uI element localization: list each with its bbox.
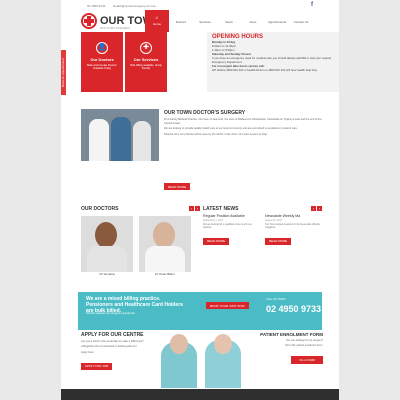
doctor-name[interactable]: Dr Sunaina	[81, 272, 133, 276]
our-doctors: OUR DOCTORS ‹ › Dr Sunaina Dr Peter Bilto…	[81, 206, 201, 276]
prev-arrow-icon[interactable]: ‹	[311, 206, 316, 211]
enrolment-heading: PATIENT ENROLMENT FORM	[260, 332, 323, 337]
banner-sub: All other patients are charged a private…	[86, 312, 136, 315]
nav-item-fees[interactable]: Fees	[241, 10, 265, 32]
nav-item-contact[interactable]: Contact Us	[289, 10, 313, 32]
news-heading: LATEST NEWS	[203, 206, 239, 212]
latest-news: LATEST NEWS ‹ › Regular Position Availabl…	[203, 206, 323, 245]
next-arrow-icon[interactable]: ›	[195, 206, 200, 211]
read-more-button[interactable]: READ MORE	[164, 183, 191, 190]
apply-section: APPLY FOR OUR CENTRE Are you a Doctor wh…	[81, 332, 151, 372]
logo-tagline: DOCTORS SURGERY	[100, 26, 131, 30]
read-more-button[interactable]: READ MORE	[265, 237, 292, 245]
call-label: CALL US TODAY	[266, 298, 287, 301]
our-services-card[interactable]: ✚ Our Services Bulk billing available, f…	[125, 32, 167, 92]
nav-item-services[interactable]: Services	[193, 10, 217, 32]
billing-banner: We are a mixed billing practice. Pension…	[78, 292, 322, 330]
doctors-carousel-arrows: ‹ ›	[189, 206, 200, 211]
hours-note: If you have an emergency need for medica…	[212, 56, 332, 64]
banner-phone[interactable]: 02 4950 9733	[266, 304, 321, 314]
enrolment-text: Fill in the patient enrolment form.	[285, 344, 323, 348]
our-doctors-card[interactable]: 👤 Our Doctors Male and Female Doctors Av…	[81, 32, 123, 92]
nav-item-news[interactable]: News	[217, 10, 241, 32]
surgery-text: Dr A Family Medical Practice. Our town o…	[164, 118, 322, 125]
apply-text: Are you a Doctor who would like to make …	[81, 340, 144, 343]
news-title[interactable]: Regular Position Available	[203, 214, 259, 218]
next-arrow-icon[interactable]: ›	[317, 206, 322, 211]
apply-text: Apply here.	[81, 350, 95, 354]
hours-note: GP Hotline 1800 022 222 or Health Direct…	[212, 68, 318, 72]
book-visit-button[interactable]: BOOK YOUR VISIT NOW	[206, 302, 249, 309]
news-text: We are looking for a qualified nurse to …	[203, 223, 252, 230]
home-icon: ⌂	[155, 15, 159, 21]
news-item: Newcastle Weekly Ma August 31, 2017 Our …	[265, 214, 321, 247]
hero: 👤 Our Doctors Male and Female Doctors Av…	[81, 32, 339, 92]
topbar: 02 4950 9733 Health@ourtownsurgery.com.a…	[61, 0, 339, 10]
card-title: Our Services	[133, 57, 159, 62]
surgery-text: Patients from our practice will be seen …	[164, 132, 268, 136]
doctor-photo[interactable]	[81, 216, 133, 272]
main-nav: ⌂ Home Doctors Services News Fees Appoint…	[145, 10, 313, 32]
nav-item-appointments[interactable]: Appointments	[265, 10, 289, 32]
prev-arrow-icon[interactable]: ‹	[189, 206, 194, 211]
card-title: Our Doctors	[90, 57, 114, 62]
doctor-photo[interactable]	[139, 216, 191, 272]
book-appointment-side-tab[interactable]: Book An Appointment	[61, 50, 66, 95]
doctor-name[interactable]: Dr Peter Bilton	[139, 272, 191, 276]
topbar-email[interactable]: Health@ourtownsurgery.com.au	[113, 4, 156, 8]
opening-hours: OPENING HOURS Monday to Friday 8.00am to…	[207, 32, 339, 92]
surgery-text: We are looking to provide quality health…	[164, 127, 298, 131]
surgery-team-photo	[81, 109, 159, 161]
nav-item-home[interactable]: ⌂ Home	[145, 10, 169, 32]
read-more-button[interactable]: READ MORE	[203, 237, 230, 245]
news-item: Regular Position Available September 1, …	[203, 214, 259, 247]
news-title[interactable]: Newcastle Weekly Ma	[265, 214, 321, 218]
enrolment-text: Are you looking for our surgery?	[286, 339, 323, 342]
side-tab-label: Book An Appointment	[61, 58, 65, 87]
facebook-icon[interactable]: f	[311, 2, 313, 8]
surgery-intro: OUR TOWN DOCTOR'S SURGERY Dr A Family Me…	[164, 110, 322, 190]
news-carousel-arrows: ‹ ›	[311, 206, 322, 211]
fill-form-button[interactable]: FILL FORM	[291, 355, 323, 364]
user-icon: 👤	[96, 42, 108, 54]
nav-item-doctors[interactable]: Doctors	[169, 10, 193, 32]
medical-kit-icon: ✚	[140, 42, 152, 54]
card-desc: Bulk billing available, family friendly	[130, 64, 162, 71]
card-desc: Male and Female Doctors Available Today	[87, 64, 117, 71]
apply-text: A Registrar who is interested in working…	[81, 345, 137, 349]
nav-label: Home	[152, 22, 161, 26]
page: Book An Appointment 02 4950 9733 Health@…	[61, 0, 339, 400]
medical-staff-photo	[153, 334, 253, 388]
enrolment-section: PATIENT ENROLMENT FORM Are you looking f…	[253, 332, 323, 366]
news-date: August 31, 2017	[265, 219, 283, 222]
surgery-heading: OUR TOWN DOCTOR'S SURGERY	[164, 110, 246, 116]
footer	[61, 389, 339, 400]
news-text: Our Town surgery featured in the Newcast…	[265, 223, 320, 230]
apply-heading: APPLY FOR OUR CENTRE	[81, 332, 144, 338]
topbar-phone[interactable]: 02 4950 9733	[87, 4, 105, 8]
apply-job-button[interactable]: APPLY FOR JOB	[81, 362, 113, 370]
doctors-heading: OUR DOCTORS	[81, 206, 119, 212]
news-date: September 1, 2017	[203, 219, 224, 222]
medical-cross-icon	[81, 13, 97, 29]
